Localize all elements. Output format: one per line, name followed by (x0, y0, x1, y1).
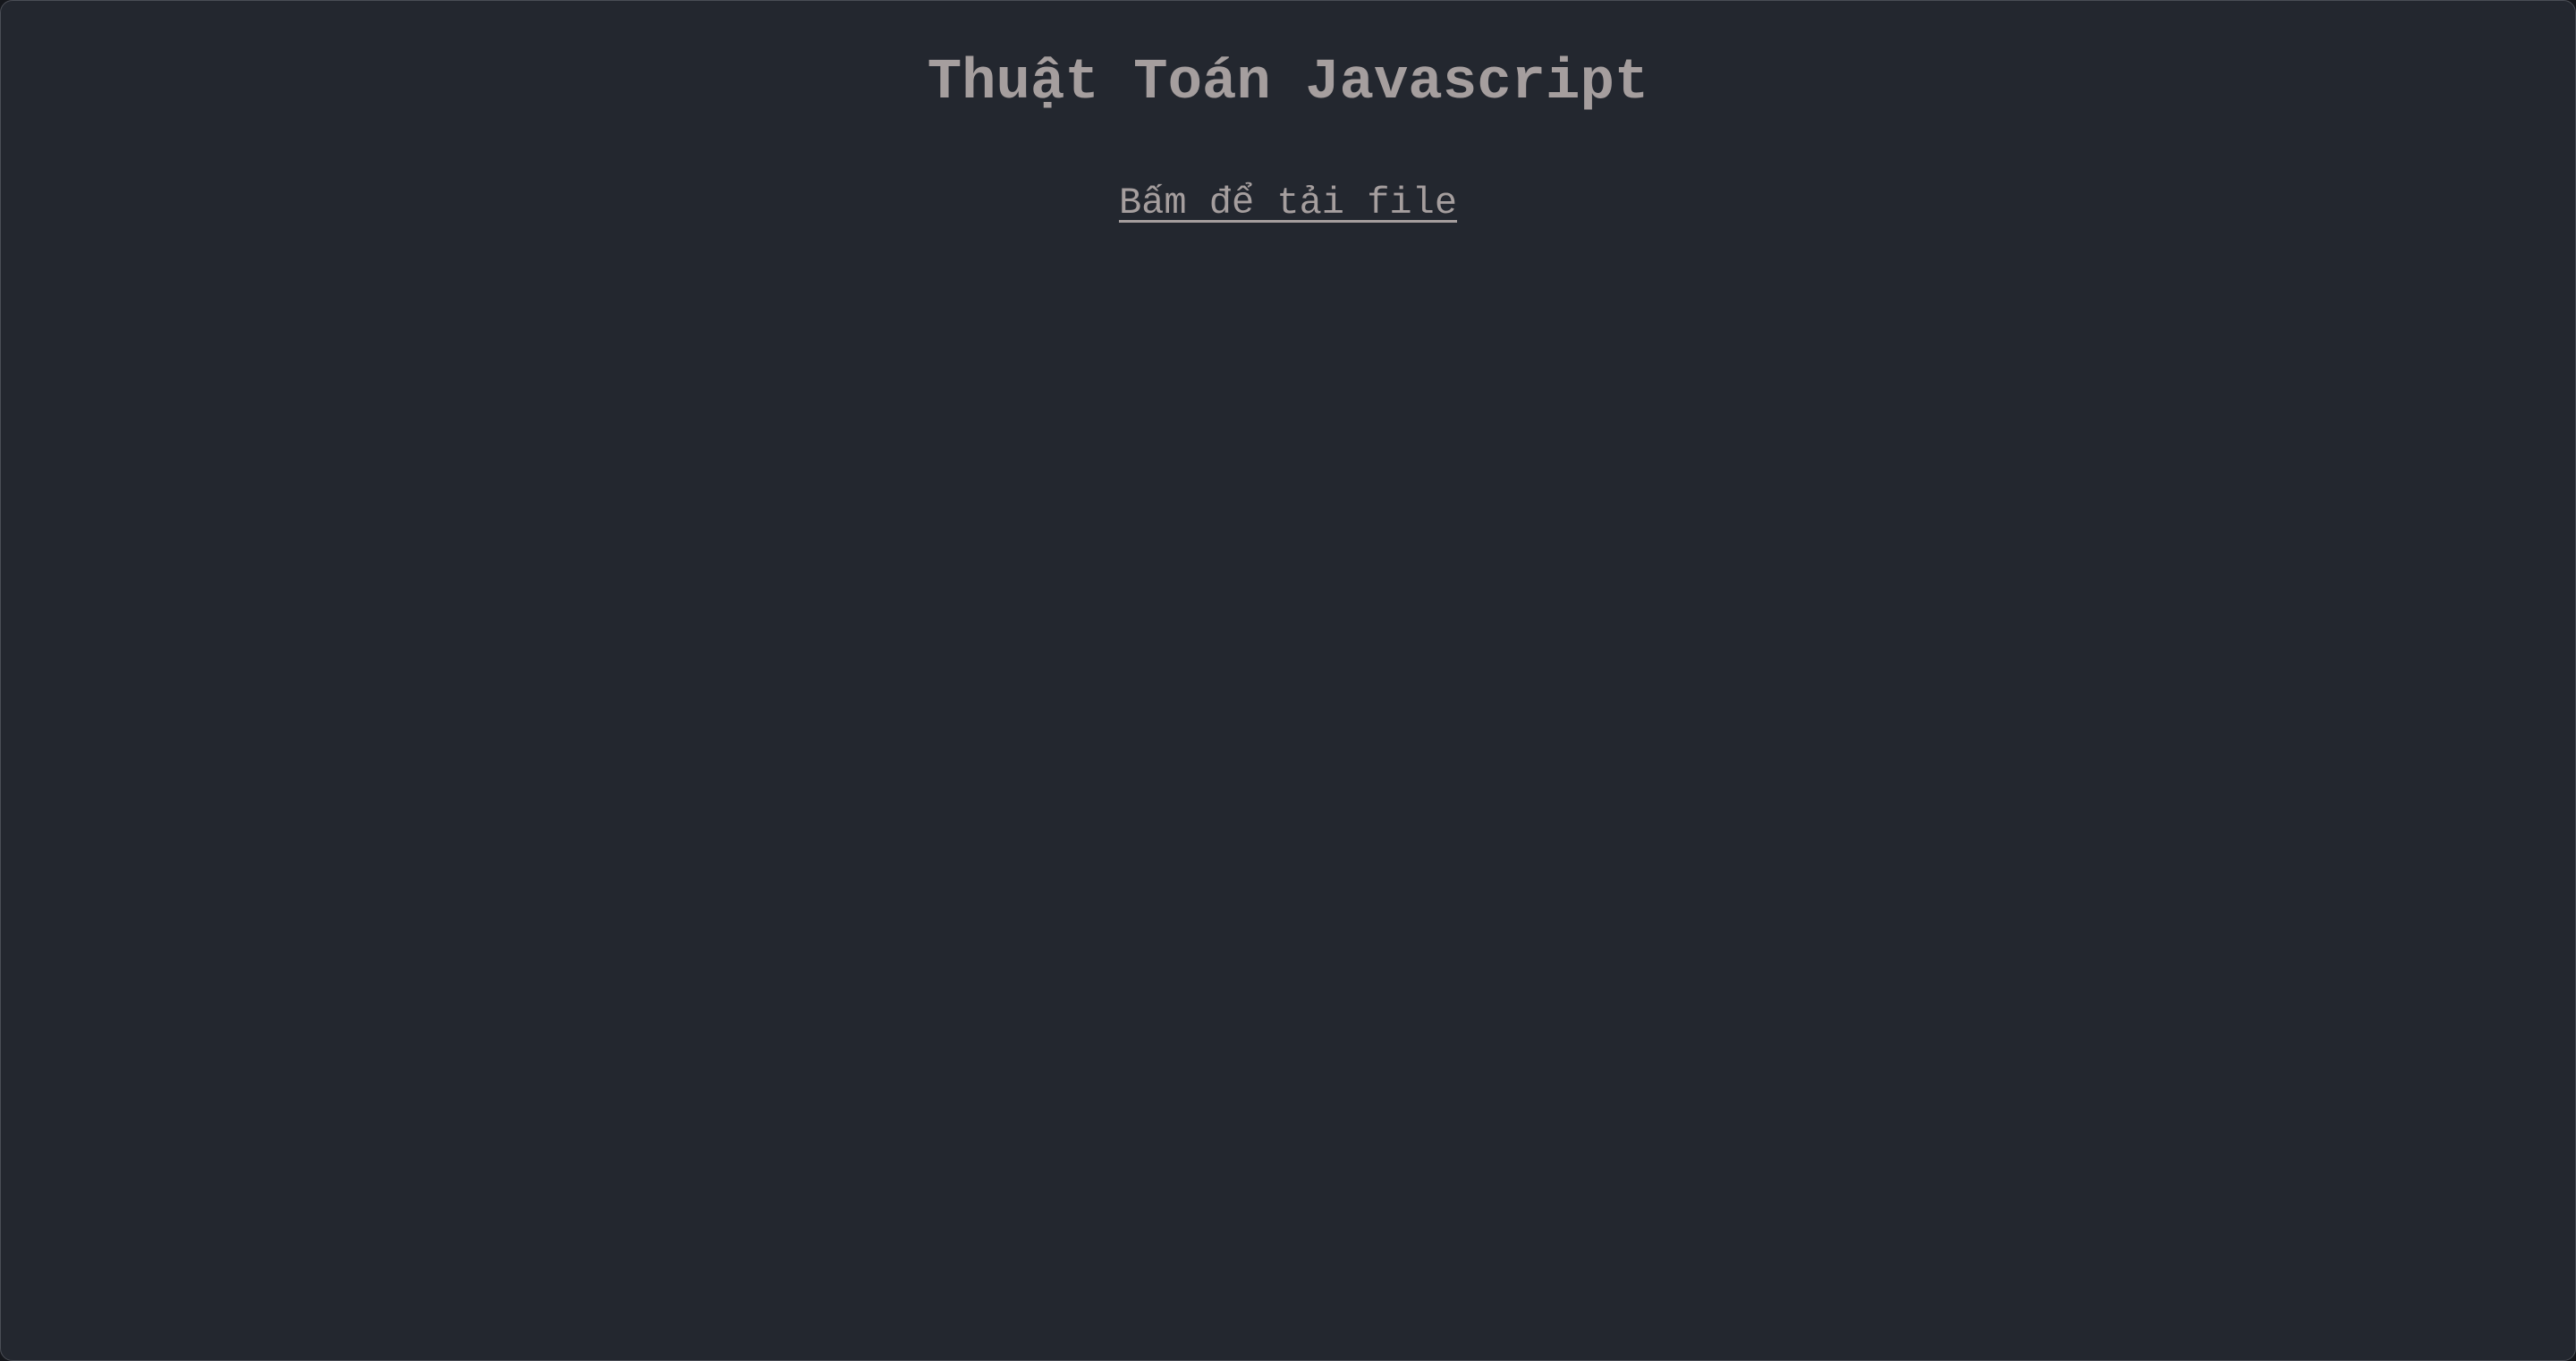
page-title: Thuật Toán Javascript (927, 51, 1649, 115)
page-window: Thuật Toán Javascript Bấm để tải file (0, 0, 2576, 1361)
download-link-container: Bấm để tải file (1, 178, 2575, 228)
download-file-link[interactable]: Bấm để tải file (1119, 182, 1457, 224)
